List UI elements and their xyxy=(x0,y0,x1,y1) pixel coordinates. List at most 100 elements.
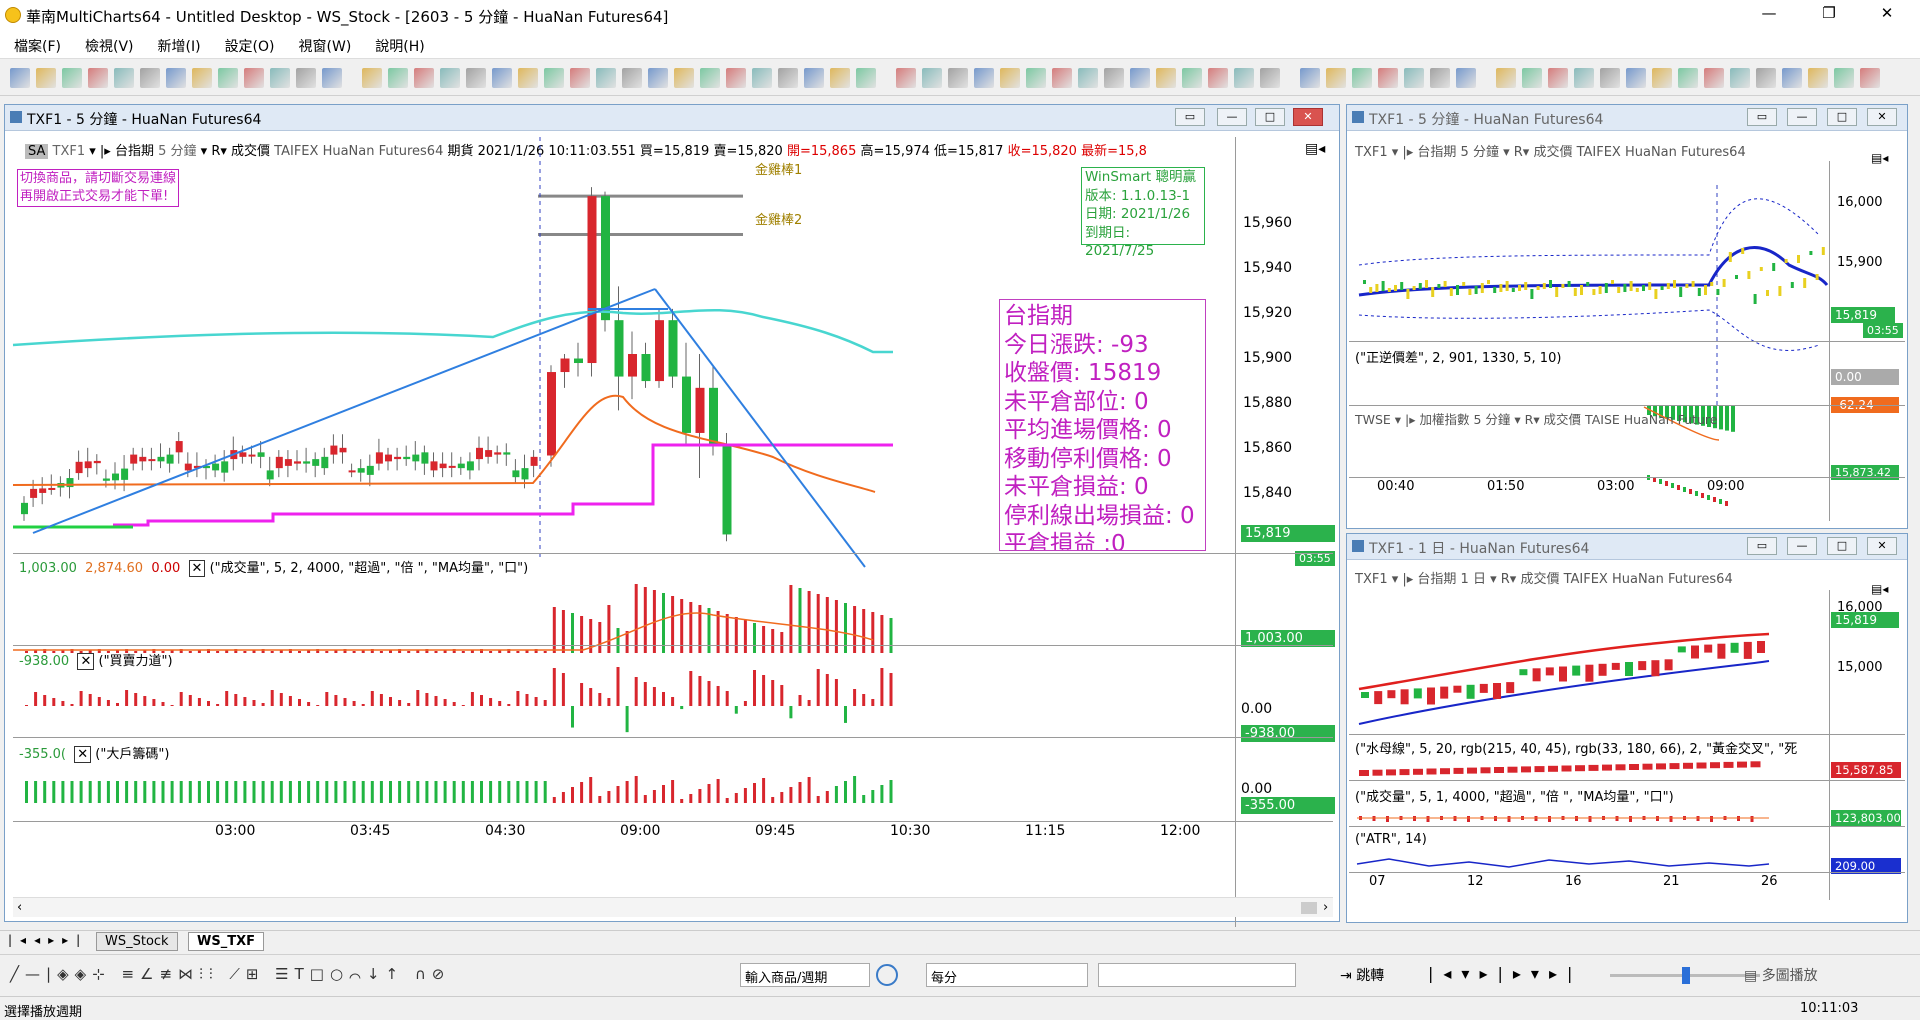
toolbar-button[interactable] xyxy=(1574,68,1594,88)
toolbar-button[interactable] xyxy=(570,68,590,88)
toolbar-button[interactable] xyxy=(830,68,850,88)
date-input[interactable] xyxy=(1098,963,1296,987)
toolbar-button[interactable] xyxy=(1860,68,1880,88)
toolbar-button[interactable] xyxy=(1378,68,1398,88)
chart-settings-icon[interactable]: ▤◂ xyxy=(1871,582,1888,596)
toolbar-button[interactable] xyxy=(1352,68,1372,88)
restore-icon[interactable]: ▭ xyxy=(1747,537,1777,555)
menu-help[interactable]: 說明(H) xyxy=(361,30,434,56)
toolbar-button[interactable] xyxy=(622,68,642,88)
toolbar-button[interactable] xyxy=(1626,68,1646,88)
toolbar-button[interactable] xyxy=(140,68,160,88)
toolbar-button[interactable] xyxy=(296,68,316,88)
playback-controls[interactable]: |◂▾▸|▸▾▸| xyxy=(1428,964,1582,983)
maximize-icon[interactable]: ❐ xyxy=(1818,4,1840,24)
toolbar-button[interactable] xyxy=(778,68,798,88)
toolbar-button[interactable] xyxy=(1456,68,1476,88)
toolbar-button[interactable] xyxy=(804,68,824,88)
toolbar-button[interactable] xyxy=(414,68,434,88)
toolbar-button[interactable] xyxy=(1600,68,1620,88)
toolbar-button[interactable] xyxy=(192,68,212,88)
toolbar-button[interactable] xyxy=(492,68,512,88)
toolbar-button[interactable] xyxy=(1156,68,1176,88)
minimize-icon[interactable]: — xyxy=(1217,108,1247,126)
toolbar-button[interactable] xyxy=(244,68,264,88)
toolbar-button[interactable] xyxy=(1548,68,1568,88)
chart-settings-icon[interactable]: ▤◂ xyxy=(1871,151,1888,165)
speed-slider[interactable] xyxy=(1610,967,1760,984)
close-icon[interactable]: ✕ xyxy=(1876,4,1898,24)
minimize-icon[interactable]: — xyxy=(1758,4,1780,24)
restore-icon[interactable]: ▭ xyxy=(1747,108,1777,126)
menu-view[interactable]: 檢視(V) xyxy=(71,30,144,56)
toolbar-button[interactable] xyxy=(1182,68,1202,88)
toolbar-button[interactable] xyxy=(1730,68,1750,88)
toolbar-button[interactable] xyxy=(166,68,186,88)
toolbar-button[interactable] xyxy=(1704,68,1724,88)
toolbar-button[interactable] xyxy=(10,68,30,88)
scroll-thumb[interactable] xyxy=(1301,902,1317,914)
menu-window[interactable]: 視窗(W) xyxy=(285,30,362,56)
toolbar-button[interactable] xyxy=(322,68,342,88)
toolbar-button[interactable] xyxy=(1234,68,1254,88)
toolbar-button[interactable] xyxy=(1834,68,1854,88)
playback-interval-combo[interactable]: 每分 xyxy=(926,963,1088,987)
toolbar-button[interactable] xyxy=(1678,68,1698,88)
toolbar-button[interactable] xyxy=(1208,68,1228,88)
toolbar-button[interactable] xyxy=(1300,68,1320,88)
close-icon[interactable]: ✕ xyxy=(1867,537,1897,555)
toolbar-button[interactable] xyxy=(1756,68,1776,88)
minimize-icon[interactable]: — xyxy=(1787,537,1817,555)
horizontal-scrollbar[interactable]: ‹ › xyxy=(13,897,1333,917)
close-icon[interactable]: ✕ xyxy=(1293,108,1323,126)
toolbar-button[interactable] xyxy=(1782,68,1802,88)
toolbar-button[interactable] xyxy=(596,68,616,88)
maximize-icon[interactable]: □ xyxy=(1827,537,1857,555)
toolbar-button[interactable] xyxy=(1522,68,1542,88)
toolbar-button[interactable] xyxy=(1404,68,1424,88)
toolbar-button[interactable] xyxy=(922,68,942,88)
toolbar-button[interactable] xyxy=(700,68,720,88)
maximize-icon[interactable]: □ xyxy=(1827,108,1857,126)
scroll-left-icon[interactable]: ‹ xyxy=(17,900,22,915)
tab-ws-txf[interactable]: WS_TXF xyxy=(188,932,264,951)
tab-nav-icons[interactable]: |◂◂▸▸| xyxy=(8,933,88,947)
globe-icon[interactable] xyxy=(876,964,898,986)
symbol-interval-combo[interactable]: 輸入商品/週期 xyxy=(740,963,870,987)
tab-ws-stock[interactable]: WS_Stock xyxy=(96,932,178,951)
close-icon[interactable]: ✕ xyxy=(1867,108,1897,126)
toolbar-button[interactable] xyxy=(62,68,82,88)
toolbar-button[interactable] xyxy=(270,68,290,88)
toolbar-button[interactable] xyxy=(948,68,968,88)
toolbar-button[interactable] xyxy=(1652,68,1672,88)
toolbar-button[interactable] xyxy=(726,68,746,88)
toolbar-button[interactable] xyxy=(1078,68,1098,88)
jump-button[interactable]: ⇥ 跳轉 xyxy=(1340,965,1384,985)
toolbar-button[interactable] xyxy=(1326,68,1346,88)
menu-settings[interactable]: 設定(O) xyxy=(211,30,285,56)
toolbar-button[interactable] xyxy=(856,68,876,88)
toolbar-button[interactable] xyxy=(440,68,460,88)
restore-icon[interactable]: ▭ xyxy=(1175,108,1205,126)
toolbar-button[interactable] xyxy=(466,68,486,88)
toolbar-button[interactable] xyxy=(1026,68,1046,88)
toolbar-button[interactable] xyxy=(544,68,564,88)
toolbar-button[interactable] xyxy=(518,68,538,88)
toolbar-button[interactable] xyxy=(648,68,668,88)
toolbar-button[interactable] xyxy=(218,68,238,88)
toolbar-button[interactable] xyxy=(1496,68,1516,88)
toolbar-button[interactable] xyxy=(1808,68,1828,88)
scroll-right-icon[interactable]: › xyxy=(1323,900,1328,915)
toolbar-button[interactable] xyxy=(1130,68,1150,88)
toolbar-button[interactable] xyxy=(1000,68,1020,88)
toolbar-button[interactable] xyxy=(1052,68,1072,88)
toolbar-button[interactable] xyxy=(362,68,382,88)
toolbar-button[interactable] xyxy=(674,68,694,88)
chart-settings-icon[interactable]: ▤◂ xyxy=(1305,141,1325,157)
toolbar-button[interactable] xyxy=(752,68,772,88)
toolbar-button[interactable] xyxy=(36,68,56,88)
toolbar-button[interactable] xyxy=(388,68,408,88)
toolbar-button[interactable] xyxy=(1260,68,1280,88)
minimize-icon[interactable]: — xyxy=(1787,108,1817,126)
toolbar-button[interactable] xyxy=(896,68,916,88)
